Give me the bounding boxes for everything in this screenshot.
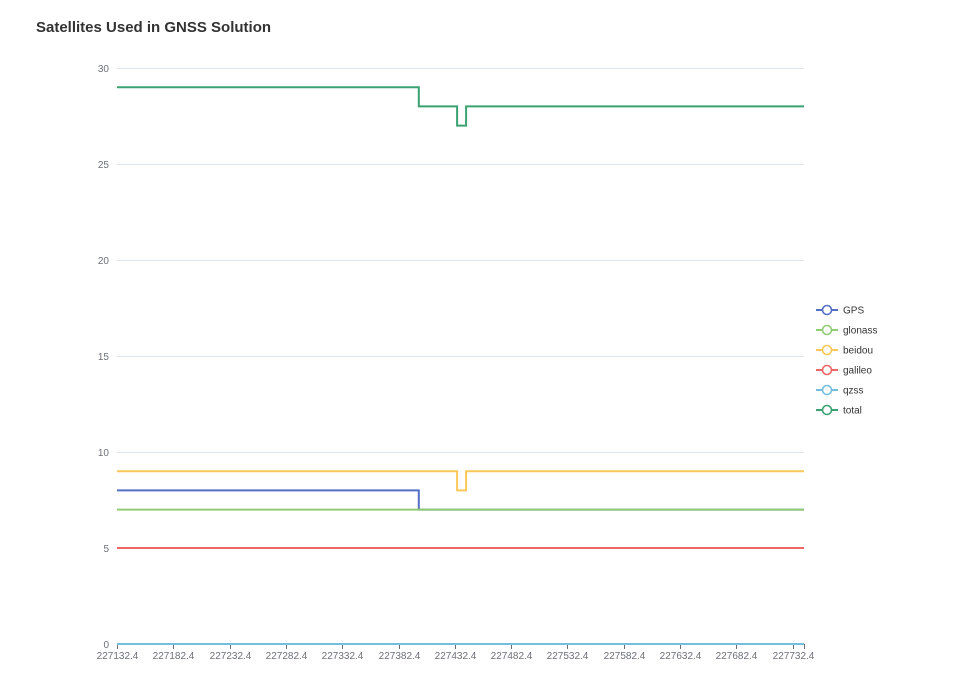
legend-label: galileo [843,366,872,377]
y-tick-label: 30 [98,64,110,75]
legend-marker-icon [821,364,833,376]
chart-canvas: 0 5 10 15 20 25 30 227132.4 227182.4 227232.4 2272… [97,64,878,662]
legend-item-galileo[interactable]: galileo [816,364,872,377]
legend-item-glonass[interactable]: glonass [816,324,877,337]
legend[interactable]: GPS glonass beidou galileo qzss total [816,304,877,417]
series-lines [117,86,804,645]
x-tick-label: 227132.4 [97,651,139,662]
x-tick-label: 227382.4 [379,651,421,662]
axes: 0 5 10 15 20 25 30 227132.4 227182.4 227232.4 2272… [97,64,815,662]
y-tick-label: 10 [98,448,110,459]
legend-marker-icon [821,344,833,356]
x-tick-label: 227732.4 [773,651,815,662]
legend-item-beidou[interactable]: beidou [816,344,873,357]
legend-marker-icon [821,384,833,396]
legend-label: beidou [843,346,873,357]
legend-label: qzss [843,386,864,397]
y-tick-label: 0 [103,640,109,651]
x-tick-label: 227332.4 [322,651,364,662]
x-tick-label: 227232.4 [210,651,252,662]
legend-marker-icon [821,324,833,336]
series-line-beidou [117,470,804,492]
legend-label: glonass [843,326,877,337]
x-tick-label: 227432.4 [435,651,477,662]
x-tick-label: 227582.4 [604,651,646,662]
series-line-gps [117,489,804,511]
grid-lines [117,68,804,549]
y-tick-label: 20 [98,256,110,267]
legend-item-gps[interactable]: GPS [816,304,864,317]
y-tick-label: 15 [98,352,110,363]
legend-item-total[interactable]: total [816,404,862,417]
x-tick-label: 227532.4 [547,651,589,662]
legend-item-qzss[interactable]: qzss [816,384,864,397]
y-tick-label: 25 [98,160,110,171]
x-tick-label: 227632.4 [660,651,702,662]
x-tick-label: 227682.4 [716,651,758,662]
legend-label: total [843,406,862,417]
x-tick-label: 227282.4 [266,651,308,662]
x-tick-label: 227182.4 [153,651,195,662]
legend-marker-icon [821,304,833,316]
legend-marker-icon [821,404,833,416]
series-line-total [117,86,804,127]
legend-label: GPS [843,306,864,317]
y-tick-label: 5 [103,544,109,555]
x-tick-label: 227482.4 [491,651,533,662]
